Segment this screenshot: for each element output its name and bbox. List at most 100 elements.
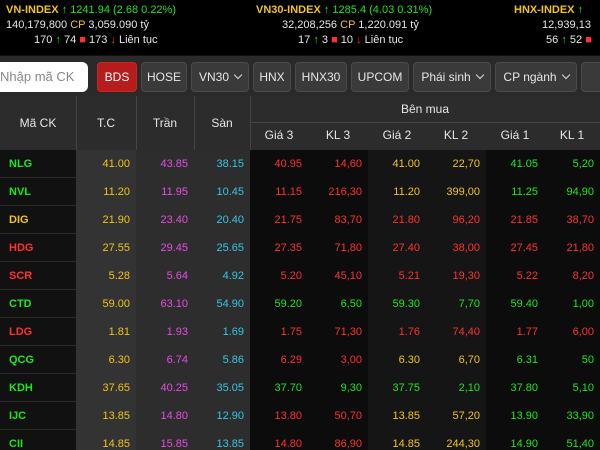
ref-price-cell: 21.90 (76, 206, 136, 234)
col-ceil[interactable]: Trần (136, 116, 194, 130)
bid-price3-cell: 1.75 (250, 318, 308, 346)
divider (76, 96, 77, 150)
ref-price-cell: 5.28 (76, 262, 136, 290)
bid-vol3-cell: 216,30 (308, 178, 368, 206)
tab-vn30-dropdown[interactable]: VN30 (191, 62, 249, 92)
index-value: 1241.94 (70, 4, 110, 16)
bid-vol1-cell: 6,00 (544, 318, 600, 346)
bid-price3-cell: 21.75 (250, 206, 308, 234)
col-symbol[interactable]: Mã CK (0, 116, 76, 130)
bid-price1-cell: 13.90 (486, 402, 544, 430)
index-hnx[interactable]: HNX-INDEX ↑ 12,939,13 56 ↑ 52 ■ (514, 3, 592, 48)
bid-vol2-cell: 244,30 (426, 430, 486, 450)
bid-price1-cell: 27.45 (486, 234, 544, 262)
col-vol1[interactable]: KL 1 (544, 128, 600, 142)
tab-hnx[interactable]: HNX (253, 62, 291, 92)
symbol-cell[interactable]: IJC (0, 402, 76, 430)
divider (250, 122, 600, 123)
col-vol2[interactable]: KL 2 (426, 128, 486, 142)
table-row[interactable]: IJC 13.85 14.80 12.90 13.80 50,70 13.85 57,20 13… (0, 402, 600, 430)
table-row[interactable]: SCR 5.28 5.64 4.92 5.20 45,10 5.21 19,30 5.22 8,2… (0, 262, 600, 290)
bid-vol1-cell: 5,10 (544, 374, 600, 402)
floor-price-cell: 10.45 (194, 178, 250, 206)
col-vol3[interactable]: KL 3 (308, 128, 368, 142)
symbol-cell[interactable]: HDG (0, 234, 76, 262)
tab-hnx30[interactable]: HNX30 (295, 62, 347, 92)
bid-vol1-cell: 21,80 (544, 234, 600, 262)
ceil-price-cell: 63.10 (136, 290, 194, 318)
more-tab-button[interactable] (581, 62, 600, 92)
table-row[interactable]: QCG 6.30 6.74 5.86 6.29 3,00 6.30 6,70 6.31 50 (0, 346, 600, 374)
table-row[interactable]: CTD 59.00 63.10 54.90 59.20 6,50 59.30 7,70 59.4… (0, 290, 600, 318)
bid-price2-cell: 21.80 (368, 206, 426, 234)
floor-price-cell: 5.86 (194, 346, 250, 374)
bid-vol3-cell: 71,30 (308, 318, 368, 346)
tab-bds[interactable]: BDS (97, 62, 137, 92)
square-icon: ■ (331, 34, 338, 46)
symbol-cell[interactable]: LDG (0, 318, 76, 346)
ref-price-cell: 14.85 (76, 430, 136, 450)
bid-price2-cell: 13.85 (368, 402, 426, 430)
session-status: Liên tục (364, 34, 404, 46)
ref-price-cell: 37.65 (76, 374, 136, 402)
symbol-cell[interactable]: SCR (0, 262, 76, 290)
col-floor[interactable]: Sàn (194, 116, 250, 130)
divider (250, 96, 251, 150)
table-row[interactable]: CII 14.85 15.85 13.85 14.80 86,90 14.85 244,30 1… (0, 430, 600, 450)
col-price3[interactable]: Giá 3 (250, 128, 308, 142)
floor-price-cell: 1.69 (194, 318, 250, 346)
floor-price-cell: 4.92 (194, 262, 250, 290)
bid-vol2-cell: 22,70 (426, 150, 486, 178)
col-price1[interactable]: Giá 1 (486, 128, 544, 142)
col-ref[interactable]: T.C (76, 116, 136, 130)
bid-vol3-cell: 9,30 (308, 374, 368, 402)
bid-price1-cell: 6.31 (486, 346, 544, 374)
tab-hose[interactable]: HOSE (141, 62, 187, 92)
col-price2[interactable]: Giá 2 (368, 128, 426, 142)
ref-price-cell: 1.81 (76, 318, 136, 346)
bid-vol2-cell: 6,70 (426, 346, 486, 374)
floor-price-cell: 35.05 (194, 374, 250, 402)
floor-price-cell: 38.15 (194, 150, 250, 178)
bid-price2-cell: 59.30 (368, 290, 426, 318)
tab-upcom[interactable]: UPCOM (351, 62, 409, 92)
down-count: 10 (340, 34, 354, 46)
table-row[interactable]: HDG 27.55 29.45 25.65 27.35 71,80 27.40 38,00 27… (0, 234, 600, 262)
ref-price-cell: 6.30 (76, 346, 136, 374)
up-count: 17 (298, 34, 311, 46)
symbol-search-input[interactable]: Nhập mã CK (0, 62, 88, 92)
bid-vol2-cell: 2,10 (426, 374, 486, 402)
floor-price-cell: 54.90 (194, 290, 250, 318)
index-name: VN-INDEX (6, 4, 59, 16)
symbol-cell[interactable]: DIG (0, 206, 76, 234)
bid-vol1-cell: 5,20 (544, 150, 600, 178)
ref-price-cell: 13.85 (76, 402, 136, 430)
bid-price1-cell: 11.25 (486, 178, 544, 206)
index-vnindex[interactable]: VN-INDEX ↑ 1241.94 (2.68 0.22%) 140,179,… (6, 3, 176, 48)
chevron-down-icon (233, 70, 243, 80)
bid-price3-cell: 37.70 (250, 374, 308, 402)
tab-derivatives-dropdown[interactable]: Phái sinh (413, 62, 491, 92)
symbol-cell[interactable]: CTD (0, 290, 76, 318)
bid-vol2-cell: 19,30 (426, 262, 486, 290)
table-row[interactable]: NLG 41.00 43.85 38.15 40.95 14,60 41.00 22,70 41… (0, 150, 600, 178)
index-change: (2.68 0.22%) (113, 4, 176, 16)
search-placeholder: Nhập mã CK (0, 69, 75, 84)
ceil-price-cell: 1.93 (136, 318, 194, 346)
symbol-cell[interactable]: QCG (0, 346, 76, 374)
table-row[interactable]: DIG 21.90 23.40 20.40 21.75 83,70 21.80 96,20 21… (0, 206, 600, 234)
tab-sector-dropdown[interactable]: CP ngành (495, 62, 577, 92)
symbol-cell[interactable]: CII (0, 430, 76, 450)
table-row[interactable]: KDH 37.65 40.25 35.05 37.70 9,30 37.75 2,10 37.8… (0, 374, 600, 402)
index-vn30[interactable]: VN30-INDEX ↑ 1285.4 (4.03 0.31%) 32,208,… (256, 3, 432, 48)
symbol-cell[interactable]: NVL (0, 178, 76, 206)
table-row[interactable]: NVL 11.20 11.95 10.45 11.15 216,30 11.20 399,00… (0, 178, 600, 206)
bid-price3-cell: 13.80 (250, 402, 308, 430)
symbol-cell[interactable]: NLG (0, 150, 76, 178)
bid-vol3-cell: 3,00 (308, 346, 368, 374)
symbol-cell[interactable]: KDH (0, 374, 76, 402)
bid-price2-cell: 14.85 (368, 430, 426, 450)
table-row[interactable]: LDG 1.81 1.93 1.69 1.75 71,30 1.76 74,40 1.77 6,0… (0, 318, 600, 346)
floor-price-cell: 13.85 (194, 430, 250, 450)
bid-price2-cell: 41.00 (368, 150, 426, 178)
